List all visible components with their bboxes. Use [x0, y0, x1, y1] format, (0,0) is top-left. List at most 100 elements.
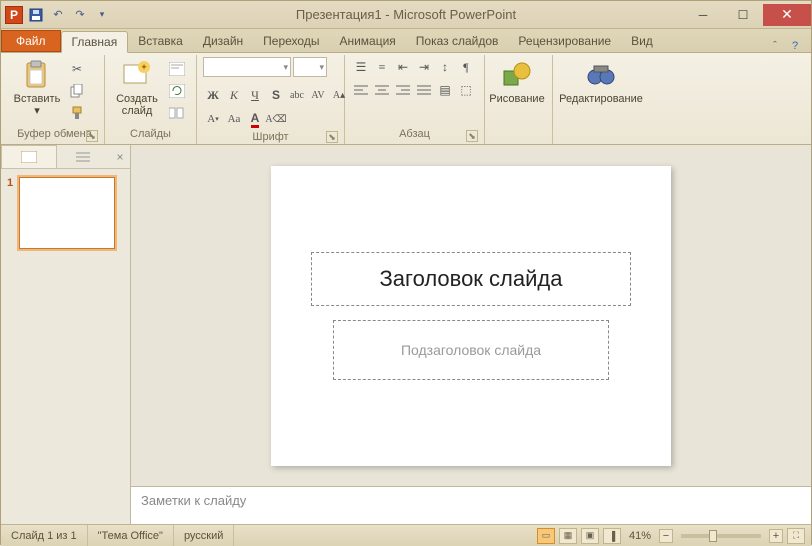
- tab-transitions[interactable]: Переходы: [253, 30, 329, 52]
- status-language[interactable]: русский: [174, 525, 234, 546]
- bold-button[interactable]: Ж: [203, 85, 223, 105]
- italic-button[interactable]: К: [224, 85, 244, 105]
- group-editing: Редактирование: [553, 55, 649, 144]
- help-icon[interactable]: ?: [787, 40, 803, 52]
- thumbnail-preview[interactable]: [19, 177, 115, 249]
- layout-icon[interactable]: [167, 59, 187, 79]
- font-size-combo[interactable]: [293, 57, 327, 77]
- numbering-button[interactable]: ≡: [372, 57, 392, 77]
- tab-slideshow[interactable]: Показ слайдов: [406, 30, 509, 52]
- slides-tab[interactable]: [1, 145, 57, 168]
- tab-home[interactable]: Главная: [61, 31, 129, 53]
- tab-file[interactable]: Файл: [1, 30, 61, 52]
- group-drawing-label: [491, 126, 546, 144]
- drawing-button[interactable]: Рисование: [491, 57, 543, 105]
- minimize-button[interactable]: ─: [683, 4, 723, 26]
- tab-design[interactable]: Дизайн: [193, 30, 253, 52]
- close-pane-icon[interactable]: ×: [110, 150, 130, 164]
- outline-tab[interactable]: [57, 145, 111, 168]
- font-struct-button[interactable]: A▾: [203, 109, 223, 129]
- quick-access-toolbar: ↶ ↷ ▾: [27, 6, 111, 24]
- group-slides: ✦ Создать слайд Слайды: [105, 55, 197, 144]
- slide[interactable]: Заголовок слайда Подзаголовок слайда: [271, 166, 671, 466]
- normal-view-button[interactable]: ▭: [537, 528, 555, 544]
- zoom-thumb[interactable]: [709, 530, 717, 542]
- inc-indent-button[interactable]: ⇥: [414, 57, 434, 77]
- change-case-button[interactable]: Aa: [224, 109, 244, 129]
- paste-button[interactable]: Вставить▾: [11, 57, 63, 117]
- notes-pane[interactable]: Заметки к слайду: [131, 486, 811, 524]
- tab-animation[interactable]: Анимация: [329, 30, 405, 52]
- strike-button[interactable]: S: [266, 85, 286, 105]
- slide-canvas[interactable]: Заголовок слайда Подзаголовок слайда: [131, 145, 811, 486]
- font-color-button[interactable]: A: [245, 109, 265, 129]
- font-dialog-icon[interactable]: ⬊: [326, 131, 338, 143]
- thumbnail-pane: × 1: [1, 145, 131, 524]
- line-spacing-button[interactable]: ↕: [435, 57, 455, 77]
- group-paragraph-label: Абзац⬊: [351, 126, 478, 144]
- paragraph-dialog-icon[interactable]: ⬊: [466, 130, 478, 142]
- slide-region: Заголовок слайда Подзаголовок слайда Зам…: [131, 145, 811, 524]
- new-slide-button[interactable]: ✦ Создать слайд: [111, 57, 163, 117]
- thumbnail-item[interactable]: 1: [7, 177, 124, 249]
- ribbon: Вставить▾ ✂ Буфер обмена⬊ ✦ Создать слай…: [1, 53, 811, 145]
- align-center-button[interactable]: [372, 80, 392, 100]
- bullets-button[interactable]: ☰: [351, 57, 371, 77]
- tab-insert[interactable]: Вставка: [128, 30, 193, 52]
- group-clipboard: Вставить▾ ✂ Буфер обмена⬊: [5, 55, 105, 144]
- status-theme: "Тема Office": [88, 525, 174, 546]
- slideshow-view-button[interactable]: ▐: [603, 528, 621, 544]
- zoom-slider[interactable]: [681, 534, 761, 538]
- dec-indent-button[interactable]: ⇤: [393, 57, 413, 77]
- group-font: Ж К Ч S abc AV A▴ A▾ Aa A A⌫ Шрифт⬊: [197, 55, 345, 144]
- smartart-button[interactable]: ⬚: [456, 80, 476, 100]
- format-painter-icon[interactable]: [67, 103, 87, 123]
- close-button[interactable]: ✕: [763, 4, 811, 26]
- minimize-ribbon-icon[interactable]: ˆ: [767, 40, 783, 52]
- clipboard-dialog-icon[interactable]: ⬊: [86, 130, 98, 142]
- group-editing-label: [559, 126, 643, 144]
- qat-more-icon[interactable]: ▾: [93, 6, 111, 24]
- app-icon: P: [5, 6, 23, 24]
- ribbon-tabs: Файл Главная Вставка Дизайн Переходы Ани…: [1, 29, 811, 53]
- editing-button[interactable]: Редактирование: [559, 57, 643, 105]
- group-paragraph: ☰ ≡ ⇤ ⇥ ↕ ¶ ▤ ⬚ Абзац⬊: [345, 55, 485, 144]
- workarea: × 1 Заголовок слайда Подзаголовок слайда…: [1, 145, 811, 524]
- font-family-combo[interactable]: [203, 57, 291, 77]
- group-clipboard-label: Буфер обмена⬊: [11, 126, 98, 144]
- fit-window-button[interactable]: ⛶: [787, 528, 805, 544]
- cut-icon[interactable]: ✂: [67, 59, 87, 79]
- tab-view[interactable]: Вид: [621, 30, 663, 52]
- maximize-button[interactable]: ☐: [723, 4, 763, 26]
- binoculars-icon: [585, 59, 617, 91]
- char-spacing-button[interactable]: AV: [308, 85, 328, 105]
- align-left-button[interactable]: [351, 80, 371, 100]
- subtitle-placeholder[interactable]: Подзаголовок слайда: [333, 320, 609, 380]
- thumbnail-number: 1: [7, 177, 13, 249]
- ribbon-help: ˆ ?: [767, 40, 811, 52]
- reading-view-button[interactable]: ▣: [581, 528, 599, 544]
- group-slides-label: Слайды: [111, 126, 190, 144]
- editing-label: Редактирование: [559, 93, 643, 105]
- align-justify-button[interactable]: [414, 80, 434, 100]
- zoom-value[interactable]: 41%: [629, 530, 651, 542]
- reset-icon[interactable]: [167, 81, 187, 101]
- sorter-view-button[interactable]: ▦: [559, 528, 577, 544]
- text-direction-button[interactable]: ¶: [456, 57, 476, 77]
- shadow-button[interactable]: abc: [287, 85, 307, 105]
- underline-button[interactable]: Ч: [245, 85, 265, 105]
- redo-icon[interactable]: ↷: [71, 6, 89, 24]
- zoom-in-button[interactable]: +: [769, 529, 783, 543]
- copy-icon[interactable]: [67, 81, 87, 101]
- zoom-out-button[interactable]: −: [659, 529, 673, 543]
- window-controls: ─ ☐ ✕: [683, 4, 811, 26]
- clear-format-icon[interactable]: A⌫: [266, 109, 286, 129]
- group-drawing: Рисование: [485, 55, 553, 144]
- title-placeholder[interactable]: Заголовок слайда: [311, 252, 631, 306]
- align-right-button[interactable]: [393, 80, 413, 100]
- tab-review[interactable]: Рецензирование: [508, 30, 621, 52]
- undo-icon[interactable]: ↶: [49, 6, 67, 24]
- section-icon[interactable]: [167, 103, 187, 123]
- columns-button[interactable]: ▤: [435, 80, 455, 100]
- save-icon[interactable]: [27, 6, 45, 24]
